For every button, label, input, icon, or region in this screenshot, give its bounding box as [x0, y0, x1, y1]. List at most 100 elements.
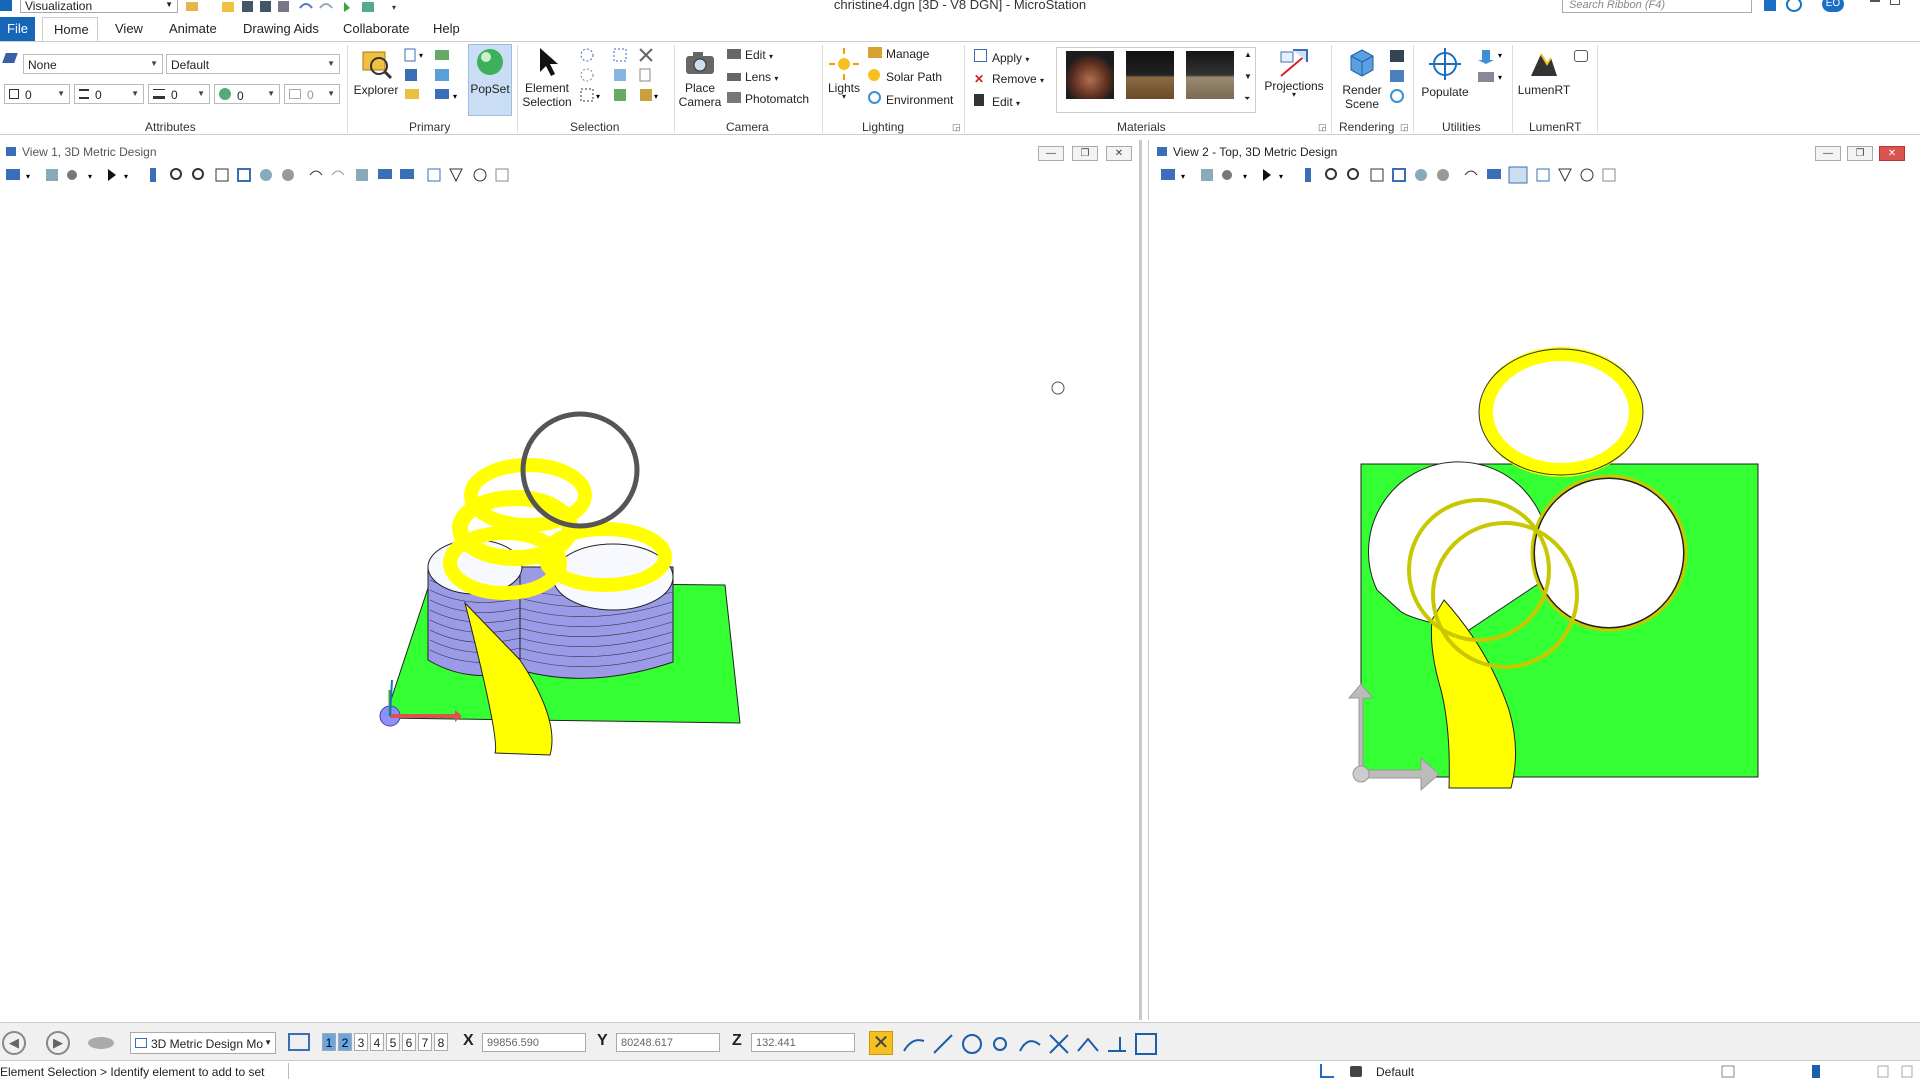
view-1-canvas[interactable] — [0, 190, 1138, 1020]
status-right-icons[interactable] — [1720, 1064, 1920, 1079]
edit-material-button[interactable]: Edit ▾ — [974, 94, 1020, 109]
view-icon — [1157, 147, 1167, 156]
rendering-small-tools[interactable] — [1388, 48, 1408, 108]
view-toggle-6[interactable]: 6 — [402, 1033, 416, 1051]
notifications-icon[interactable] — [1764, 0, 1776, 11]
model-select[interactable]: 3D Metric Design Mo ▼ — [130, 1032, 276, 1054]
view-toggle-2[interactable]: 2 — [338, 1033, 352, 1051]
utilities-small-tools[interactable]: ▾ ▾ — [1476, 48, 1506, 88]
x-coordinate-field[interactable]: 99856.590 — [482, 1033, 586, 1052]
lens-button[interactable]: Lens ▾ — [727, 70, 778, 84]
material-carpet-thumbnail[interactable] — [1186, 51, 1234, 99]
selection-tool-icons: ▾ ▾ — [580, 48, 658, 102]
apply-material-button[interactable]: Apply ▾ — [974, 49, 1029, 65]
gallery-up-button[interactable]: ▲ — [1244, 50, 1252, 59]
solar-path-button[interactable]: Solar Path — [868, 69, 942, 84]
forward-button[interactable]: ▶ — [46, 1031, 70, 1055]
lumenrt-button[interactable]: LumenRT — [1514, 46, 1574, 97]
view-toggle-4[interactable]: 4 — [370, 1033, 384, 1051]
element-selection-button[interactable]: Element Selection — [521, 46, 573, 109]
gallery-expand-button[interactable]: ⏷ — [1244, 94, 1250, 104]
view-2-restore-button[interactable]: ❐ — [1847, 146, 1873, 161]
remove-material-button[interactable]: ✕ Remove ▾ — [974, 72, 1044, 86]
solar-path-label: Solar Path — [886, 70, 943, 84]
render-scene-button[interactable]: Render Scene — [1336, 46, 1388, 111]
y-coordinate-field[interactable]: 80248.617 — [616, 1033, 720, 1052]
maximize-button[interactable] — [1890, 0, 1900, 5]
snap-mode-icons[interactable] — [902, 1031, 1158, 1057]
populate-button[interactable]: Populate — [1416, 46, 1474, 99]
apply-icon — [974, 49, 987, 62]
view-2-toolbar[interactable]: ▾ ▾ ▾ — [1159, 165, 1669, 187]
shape-tool-icon[interactable] — [88, 1037, 114, 1049]
view-toggle-8[interactable]: 8 — [434, 1033, 448, 1051]
gallery-down-button[interactable]: ▼ — [1244, 72, 1252, 81]
projections-button[interactable]: Projections ▾ — [1262, 46, 1326, 99]
transparency-combo[interactable]: 0 ▼ — [214, 84, 280, 104]
view-2-titlebar: View 2 - Top, 3D Metric Design — [1149, 145, 1337, 165]
view-toggle-7[interactable]: 7 — [418, 1033, 432, 1051]
view-window-1[interactable]: View 1, 3D Metric Design — ❐ ✕ ▾ ▾ ▾ — [0, 140, 1142, 1020]
view-toggle-5[interactable]: 5 — [386, 1033, 400, 1051]
priority-combo[interactable]: 0 ▼ — [284, 84, 340, 104]
environment-button[interactable]: Environment — [868, 91, 953, 107]
view-2-minimize-button[interactable]: — — [1815, 146, 1841, 161]
view-2-close-button[interactable]: ✕ — [1879, 146, 1905, 161]
quick-tool-icons[interactable]: ▾ — [186, 0, 416, 12]
view-toggle-1[interactable]: 1 — [322, 1033, 336, 1051]
view-1-restore-button[interactable]: ❐ — [1072, 146, 1098, 161]
workflow-select[interactable]: Visualization ▼ — [20, 0, 178, 13]
tab-file[interactable]: File — [0, 17, 35, 41]
lumenrt-settings-icon[interactable] — [1574, 50, 1588, 62]
material-wood-floor-thumbnail[interactable] — [1126, 51, 1174, 99]
level-combo[interactable]: None ▼ — [23, 54, 163, 74]
view-2-canvas[interactable] — [1149, 190, 1919, 1020]
explorer-button[interactable]: Explorer — [352, 46, 400, 97]
search-ribbon-input[interactable]: Search Ribbon (F4) — [1562, 0, 1752, 13]
place-camera-button[interactable]: Place Camera — [678, 48, 722, 109]
tab-collaborate[interactable]: Collaborate — [343, 21, 410, 36]
tab-home[interactable]: Home — [42, 17, 98, 42]
manage-lights-button[interactable]: Manage — [868, 47, 929, 61]
dialog-launcher-icon[interactable]: ◲ — [1318, 122, 1327, 133]
photomatch-button[interactable]: Photomatch — [727, 92, 809, 106]
dialog-launcher-icon[interactable]: ◲ — [1400, 122, 1409, 133]
camera-edit-button[interactable]: Edit ▾ — [727, 48, 773, 62]
tab-view[interactable]: View — [115, 21, 143, 36]
lights-button[interactable]: Lights ▾ — [826, 46, 862, 101]
dialog-launcher-icon[interactable]: ◲ — [952, 122, 961, 133]
weight-value: 0 — [95, 88, 102, 102]
view-groups-icon[interactable] — [288, 1033, 310, 1051]
lock-icon[interactable] — [1350, 1066, 1362, 1077]
active-level[interactable]: Default — [1376, 1065, 1414, 1079]
style-combo[interactable]: Default ▼ — [166, 54, 340, 74]
help-icon[interactable] — [1786, 0, 1802, 12]
apply-label: Apply — [992, 51, 1023, 65]
popset-button[interactable]: PopSet — [468, 44, 512, 116]
view-window-2[interactable]: View 2 - Top, 3D Metric Design — ❐ ✕ ▾ ▾ ▾ — [1148, 140, 1920, 1020]
tab-animate[interactable]: Animate — [169, 21, 217, 36]
status-tool-icon[interactable] — [1320, 1064, 1334, 1078]
color-combo[interactable]: 0 ▼ — [4, 84, 70, 104]
view-toggle-3[interactable]: 3 — [354, 1033, 368, 1051]
utilities-tool-icons: ▾▾ — [1478, 50, 1502, 82]
material-teapot-thumbnail[interactable] — [1066, 51, 1114, 99]
view-1-toolbar[interactable]: ▾ ▾ ▾ — [4, 165, 514, 187]
snap-off-icon[interactable]: ✕ — [869, 1031, 893, 1055]
tab-drawing-aids[interactable]: Drawing Aids — [243, 21, 319, 36]
group-separator — [1512, 45, 1513, 133]
lumenrt-icon — [1531, 53, 1557, 76]
z-coordinate-field[interactable]: 132.441 — [751, 1033, 855, 1052]
camera-edit-icon — [727, 49, 741, 59]
view-1-close-button[interactable]: ✕ — [1106, 146, 1132, 161]
tab-help[interactable]: Help — [433, 21, 460, 36]
view-1-minimize-button[interactable]: — — [1038, 146, 1064, 161]
back-button[interactable]: ◀ — [2, 1031, 26, 1055]
user-avatar[interactable]: EO — [1822, 0, 1844, 12]
minimize-button[interactable] — [1870, 0, 1880, 2]
weight-combo[interactable]: 0 ▼ — [74, 84, 144, 104]
primary-small-tools[interactable]: ▾ ▾ — [403, 47, 463, 107]
linestyle-combo[interactable]: 0 ▼ — [148, 84, 210, 104]
selection-small-tools[interactable]: ▾ ▾ — [578, 47, 658, 109]
view-tool-icons: ▾ ▾ ▾ — [6, 168, 509, 183]
